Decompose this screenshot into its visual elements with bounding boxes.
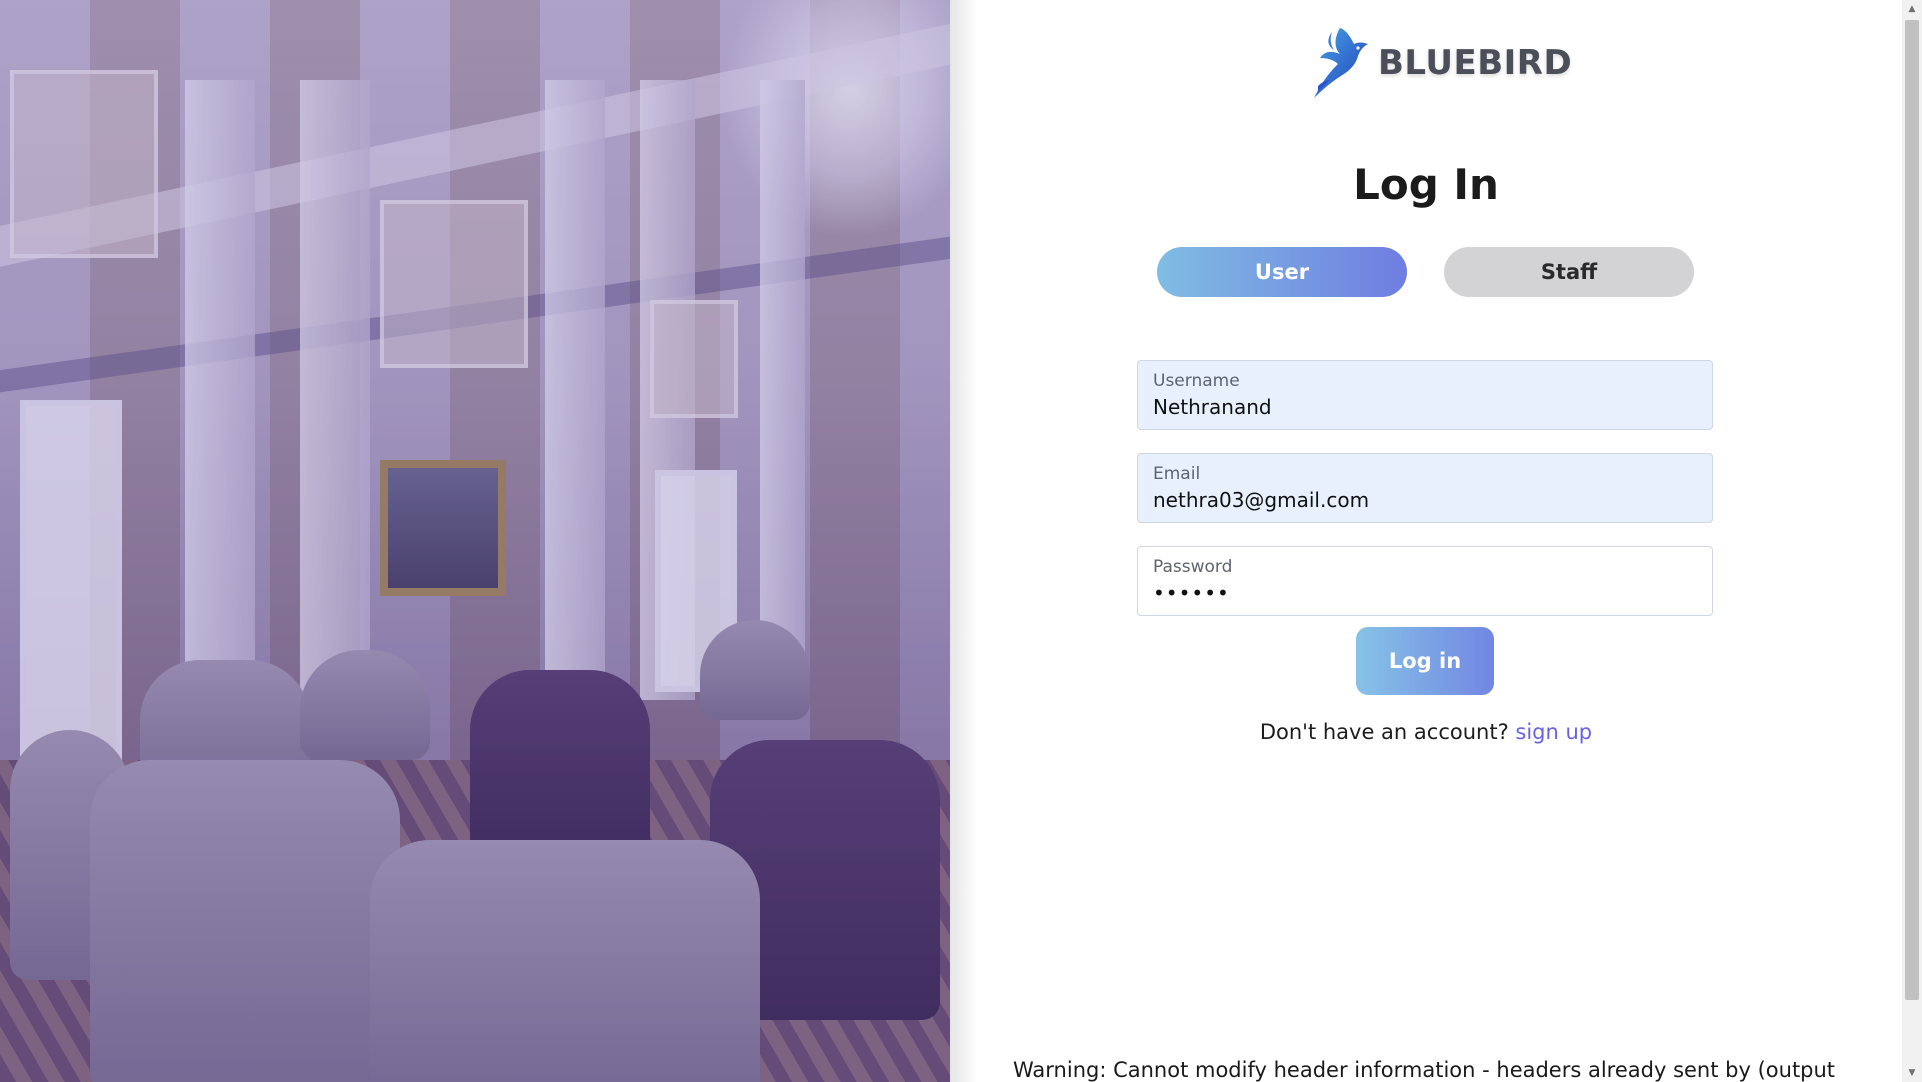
login-button[interactable]: Log in	[1356, 627, 1494, 695]
email-label: Email	[1153, 464, 1201, 484]
scroll-up-arrow-icon[interactable]: ▲	[1902, 0, 1922, 18]
brand-logo[interactable]: BLUEBIRD	[1310, 24, 1572, 102]
scrollbar-thumb[interactable]	[1905, 20, 1919, 1000]
hero-image	[0, 0, 950, 1082]
email-field[interactable]: Email nethra03@gmail.com	[1137, 453, 1713, 523]
page-title: Log In	[1353, 160, 1499, 209]
username-field[interactable]: Username Nethranand	[1137, 360, 1713, 430]
password-label: Password	[1153, 557, 1233, 577]
password-value[interactable]: ••••••	[1153, 581, 1697, 605]
hero-tint-overlay	[0, 0, 950, 1082]
brand-name: BLUEBIRD	[1378, 43, 1573, 83]
email-value[interactable]: nethra03@gmail.com	[1153, 488, 1697, 512]
login-panel: BLUEBIRD Log In User Staff Username Neth…	[950, 0, 1902, 1082]
username-value[interactable]: Nethranand	[1153, 395, 1697, 419]
php-warning-text: Warning: Cannot modify header informatio…	[1013, 1058, 1836, 1082]
signup-link[interactable]: sign up	[1515, 720, 1592, 744]
page-scrollbar[interactable]: ▲ ▼	[1902, 0, 1922, 1082]
password-field[interactable]: Password ••••••	[1137, 546, 1713, 616]
signup-prompt-text: Don't have an account?	[1259, 720, 1509, 744]
username-label: Username	[1153, 371, 1240, 391]
bluebird-logo-icon	[1314, 28, 1368, 98]
login-page: BLUEBIRD Log In User Staff Username Neth…	[0, 0, 1922, 1082]
scroll-down-arrow-icon[interactable]: ▼	[1902, 1064, 1922, 1082]
signup-prompt-line: Don't have an account? sign up	[950, 720, 1902, 744]
role-staff-button[interactable]: Staff	[1444, 247, 1694, 297]
role-user-button[interactable]: User	[1157, 247, 1407, 297]
